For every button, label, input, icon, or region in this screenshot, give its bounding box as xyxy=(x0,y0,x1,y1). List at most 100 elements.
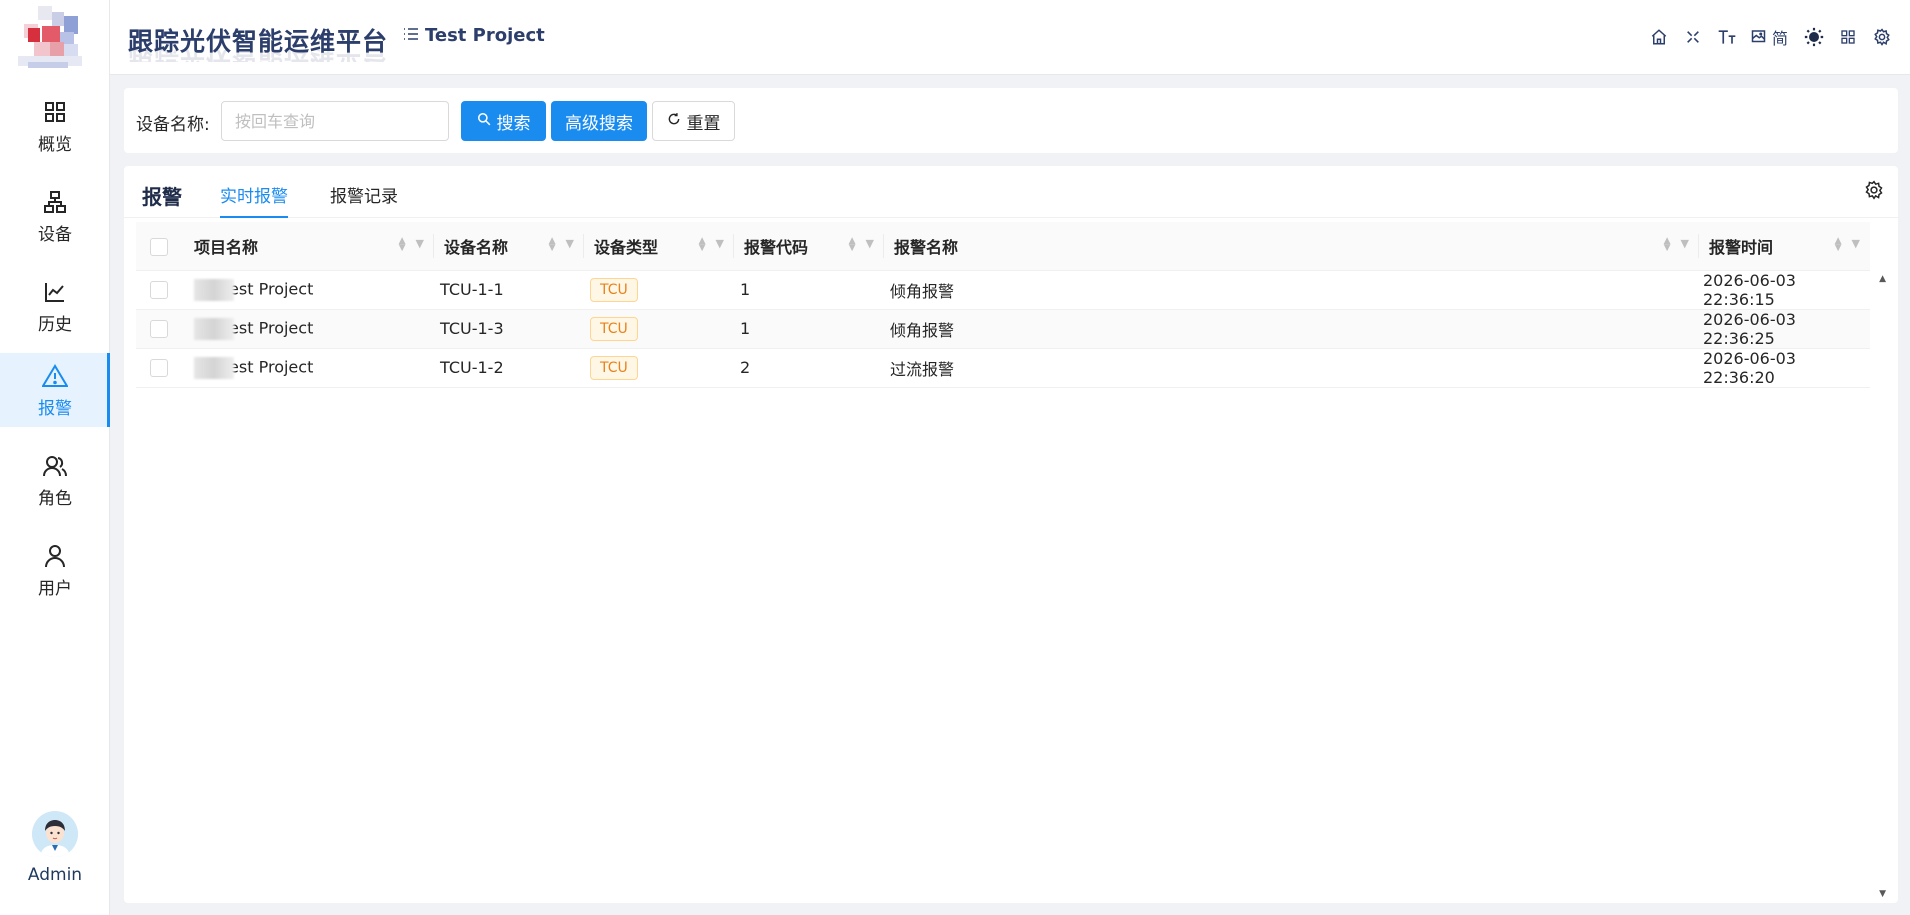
sort-icon[interactable]: ▲ ▼ xyxy=(549,237,556,253)
device-name-input[interactable] xyxy=(221,101,449,141)
filter-icon[interactable]: ▼ xyxy=(1852,238,1860,252)
sidebar-item-label: 概览 xyxy=(38,134,72,155)
tab-bar: 报警 实时报警 报警记录 xyxy=(124,166,1898,218)
column-header-alarm-name[interactable]: 报警名称 ▲ ▼ ▼ xyxy=(884,222,1699,271)
type-tag: TCU xyxy=(590,355,638,380)
reset-button[interactable]: 重置 xyxy=(652,101,735,141)
sort-icon[interactable]: ▲ ▼ xyxy=(1835,237,1842,253)
type-tag: TCU xyxy=(590,277,638,302)
filter-icon[interactable]: ▼ xyxy=(716,238,724,252)
column-label: 报警代码 xyxy=(744,237,809,257)
column-header-project[interactable]: 项目名称 ▲ ▼ ▼ xyxy=(184,222,434,271)
device-name-label: 设备名称: xyxy=(136,115,210,135)
font-size-icon[interactable] xyxy=(1717,26,1737,48)
layout-icon[interactable] xyxy=(1838,26,1858,48)
column-label: 设备类型 xyxy=(594,237,659,257)
type-tag: TCU xyxy=(590,316,638,341)
search-bar: 设备名称: 搜索 高级搜索 重置 xyxy=(124,88,1898,153)
alarm-table: 项目名称 ▲ ▼ ▼ 设备名称 ▲ ▼ ▼ 设备类型 ▲ ▼ ▼ 报警代码 ▲ ▼ ▼ 报警名称 ▲ ▼ ▼ … xyxy=(136,222,1870,388)
tab-realtime-alarm[interactable]: 实时报警 xyxy=(220,182,288,218)
device-cell: TCU-1-3 xyxy=(434,309,584,349)
row-select-cell xyxy=(136,309,184,349)
logo xyxy=(16,4,86,74)
project-cell: Test Project xyxy=(184,309,434,349)
filter-icon[interactable]: ▼ xyxy=(1681,238,1689,252)
project-value: Test Project xyxy=(222,279,314,298)
sidebar-item-label: 设备 xyxy=(38,224,72,245)
table-row[interactable]: Test Project TCU-1-3 TCU 1 倾角报警 2026-06-… xyxy=(136,309,1870,349)
row-checkbox[interactable] xyxy=(150,281,168,300)
type-cell: TCU xyxy=(584,309,734,349)
list-icon xyxy=(403,25,419,46)
sidebar-item-overview[interactable]: 概览 xyxy=(0,89,110,163)
sidebar-item-alarm[interactable]: 报警 xyxy=(0,353,110,427)
sidebar-item-user[interactable]: 用户 xyxy=(0,533,110,607)
theme-icon[interactable] xyxy=(1804,26,1824,48)
advanced-search-button[interactable]: 高级搜索 xyxy=(551,101,647,141)
column-label: 设备名称 xyxy=(444,237,509,257)
sort-icon[interactable]: ▲ ▼ xyxy=(699,237,706,253)
language-icon[interactable]: 简 xyxy=(1751,26,1790,48)
time-cell: 2026-06-03 22:36:20 xyxy=(1699,348,1870,388)
sidebar-item-label: 用户 xyxy=(38,578,72,599)
scroll-down-arrow[interactable]: ▼ xyxy=(1879,889,1886,899)
language-label: 简 xyxy=(1771,29,1788,48)
filter-icon[interactable]: ▼ xyxy=(566,238,574,252)
column-header-code[interactable]: 报警代码 ▲ ▼ ▼ xyxy=(734,222,884,271)
project-selector[interactable]: Test Project xyxy=(403,25,545,46)
sort-icon[interactable]: ▲ ▼ xyxy=(399,237,406,253)
project-cell: Test Project xyxy=(184,270,434,310)
table-row[interactable]: Test Project TCU-1-2 TCU 2 过流报警 2026-06-… xyxy=(136,348,1870,388)
sidebar-item-label: 报警 xyxy=(38,398,72,419)
reload-icon xyxy=(667,111,681,131)
project-cell: Test Project xyxy=(184,348,434,388)
column-label: 报警名称 xyxy=(894,237,959,257)
row-select-cell xyxy=(136,348,184,388)
alarm-name-cell: 倾角报警 xyxy=(884,309,1699,349)
avatar[interactable] xyxy=(32,811,78,857)
panel-title: 报警 xyxy=(142,185,182,209)
time-cell: 2026-06-03 22:36:15 xyxy=(1699,270,1870,310)
select-all-header xyxy=(136,222,184,271)
row-checkbox[interactable] xyxy=(150,359,168,378)
column-tools: ▲ ▼ ▼ xyxy=(1664,237,1689,253)
table-row[interactable]: Test Project TCU-1-1 TCU 1 倾角报警 2026-06-… xyxy=(136,270,1870,310)
row-select-cell xyxy=(136,270,184,310)
table-settings-icon[interactable] xyxy=(1864,180,1886,202)
sidebar-item-history[interactable]: 历史 xyxy=(0,269,110,343)
sort-icon[interactable]: ▲ ▼ xyxy=(849,237,856,253)
filter-icon[interactable]: ▼ xyxy=(866,238,874,252)
tab-alarm-records[interactable]: 报警记录 xyxy=(330,182,398,218)
sidebar-item-label: 历史 xyxy=(38,314,72,335)
hierarchy-icon xyxy=(41,188,69,216)
column-header-time[interactable]: 报警时间 ▲ ▼ ▼ xyxy=(1699,222,1870,271)
search-button[interactable]: 搜索 xyxy=(461,101,546,141)
sidebar-item-label: 角色 xyxy=(38,488,72,509)
sort-icon[interactable]: ▲ ▼ xyxy=(1664,237,1671,253)
column-tools: ▲ ▼ ▼ xyxy=(549,237,574,253)
sidebar-item-device[interactable]: 设备 xyxy=(0,179,110,253)
sidebar: 概览 设备 历史 报警 角色 用户 Admin xyxy=(0,0,110,915)
settings-icon[interactable] xyxy=(1872,26,1892,48)
column-tools: ▲ ▼ ▼ xyxy=(399,237,424,253)
home-icon[interactable] xyxy=(1649,26,1669,48)
row-checkbox[interactable] xyxy=(150,320,168,339)
column-header-type[interactable]: 设备类型 ▲ ▼ ▼ xyxy=(584,222,734,271)
select-all-checkbox[interactable] xyxy=(150,237,168,256)
alarm-panel: 报警 实时报警 报警记录 项目名称 ▲ ▼ ▼ 设备名称 ▲ ▼ ▼ 设备类型 ▲ ▼ ▼ 报警代… xyxy=(124,166,1898,903)
table-header-row: 项目名称 ▲ ▼ ▼ 设备名称 ▲ ▼ ▼ 设备类型 ▲ ▼ ▼ 报警代码 ▲ ▼ ▼ 报警名称 ▲ ▼ ▼ … xyxy=(136,222,1870,271)
user-profile[interactable]: Admin xyxy=(0,811,110,885)
column-tools: ▲ ▼ ▼ xyxy=(699,237,724,253)
column-header-device[interactable]: 设备名称 ▲ ▼ ▼ xyxy=(434,222,584,271)
time-cell: 2026-06-03 22:36:25 xyxy=(1699,309,1870,349)
column-label: 报警时间 xyxy=(1709,237,1774,257)
header-toolbar: 简 xyxy=(1649,26,1892,48)
user-icon xyxy=(41,542,69,570)
scroll-up-arrow[interactable]: ▲ xyxy=(1879,274,1886,284)
sidebar-item-role[interactable]: 角色 xyxy=(0,443,110,517)
filter-icon[interactable]: ▼ xyxy=(416,238,424,252)
code-cell: 1 xyxy=(734,309,884,349)
redacted-block xyxy=(194,356,234,379)
alarm-name-cell: 倾角报警 xyxy=(884,270,1699,310)
fullscreen-icon[interactable] xyxy=(1683,26,1703,48)
